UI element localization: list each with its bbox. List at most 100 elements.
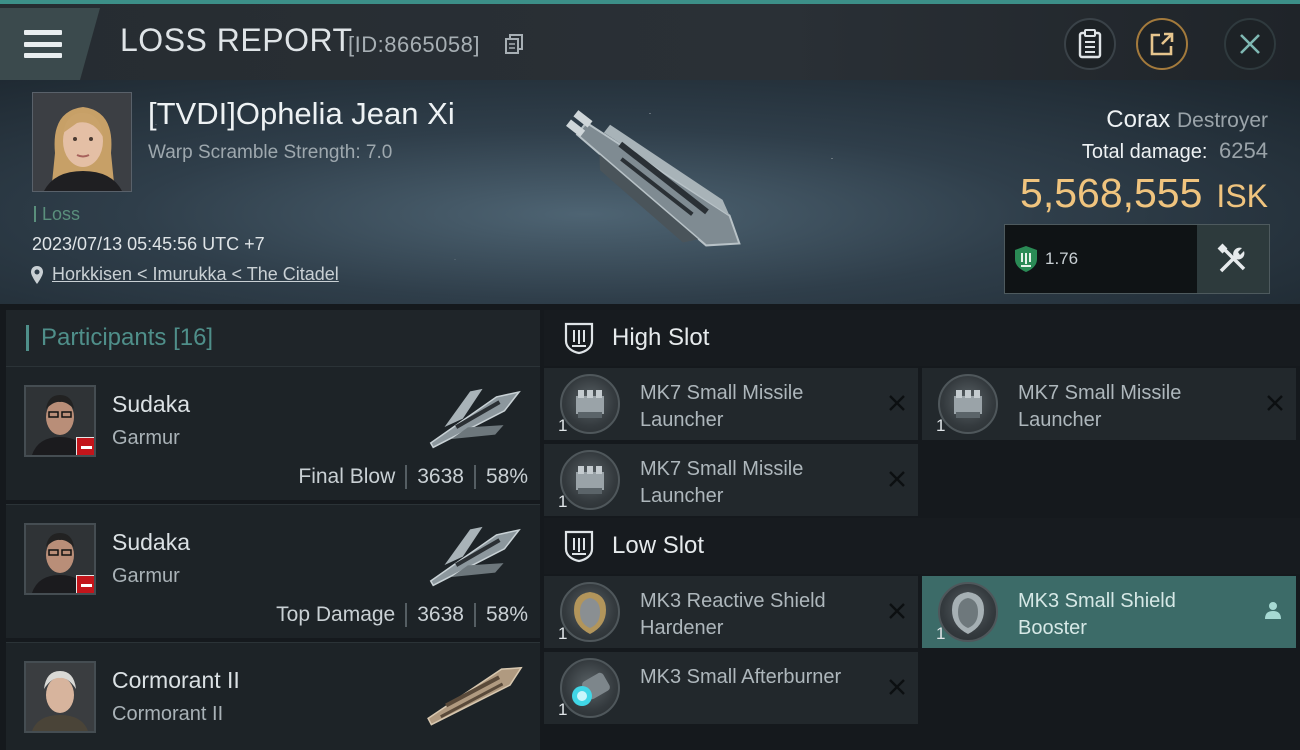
high-slot-module[interactable]: 1 MK7 Small Missile Launcher: [544, 444, 918, 516]
wrench-icon: [1217, 243, 1246, 273]
fitting-score: 1.76: [1013, 245, 1078, 273]
close-icon: [1240, 34, 1260, 54]
shield-icon: [1015, 246, 1037, 272]
isk-value: 5,568,555 ISK: [1020, 170, 1268, 217]
clipboard-button[interactable]: [1064, 18, 1116, 70]
destroyed-x-icon: [889, 679, 905, 695]
participant-avatar[interactable]: [24, 661, 96, 733]
module-quantity: 1: [558, 624, 568, 643]
participant-avatar[interactable]: [24, 385, 96, 457]
top-bar: LOSS REPORT [ID:8665058]: [0, 0, 1300, 80]
menu-button[interactable]: [0, 8, 100, 80]
total-damage-label: Total damage:: [1081, 141, 1208, 163]
share-icon: [1150, 32, 1174, 56]
total-damage: Total damage: 6254: [1082, 138, 1268, 164]
participant-percent: 58%: [485, 465, 528, 488]
high-slot-module[interactable]: 1 MK7 Small Missile Launcher: [544, 368, 918, 440]
destroyed-x-icon: [1267, 395, 1283, 411]
participant-percent: 58%: [485, 603, 528, 626]
victim-panel: [TVDI]Ophelia Jean Xi Warp Scramble Stre…: [0, 80, 1300, 304]
low-slot-module[interactable]: 1 MK3 Small Afterburner: [544, 652, 918, 724]
high-slot-label: High Slot: [612, 324, 710, 351]
module-quantity: 1: [558, 416, 568, 435]
module-name: MK7 Small Missile Launcher: [1018, 382, 1182, 431]
high-slot-module[interactable]: 1 MK7 Small Missile Launcher: [922, 368, 1296, 440]
shield-booster-icon: [938, 582, 998, 642]
participant-stats: Final Blow 3638 58%: [298, 465, 528, 489]
participant-role: Top Damage: [276, 603, 396, 626]
ship-class: Destroyer: [1176, 109, 1268, 132]
participants-count: [16]: [173, 324, 214, 351]
fitting-score-value: 1.76: [1045, 249, 1079, 268]
victim-ship-image: [566, 110, 741, 247]
dropped-person-icon: [1265, 602, 1281, 619]
hostile-flag-icon: [76, 437, 94, 455]
page-title: LOSS REPORT: [120, 22, 353, 58]
low-slot-module[interactable]: 1 MK3 Reactive Shield Hardener: [544, 576, 918, 648]
participant-ship: Garmur: [112, 565, 180, 587]
destroyed-x-icon: [889, 603, 905, 619]
module-name: MK3 Small Shield Booster: [1018, 590, 1176, 639]
high-slot-header: High Slot: [544, 310, 1300, 366]
participant-name: Sudaka: [112, 391, 191, 417]
module-quantity: 1: [558, 492, 568, 511]
hostile-flag-icon: [76, 575, 94, 593]
fitting-score-box: 1.76: [1004, 224, 1270, 294]
participant-name: Sudaka: [112, 529, 191, 555]
share-button[interactable]: [1136, 18, 1188, 70]
kill-datetime: 2023/07/13 05:45:56 UTC +7: [32, 234, 265, 254]
participant-ship: Cormorant II: [112, 703, 224, 725]
module-quantity: 1: [936, 416, 946, 435]
afterburner-icon: [560, 658, 620, 718]
low-slot-module[interactable]: 1 MK3 Small Shield Booster: [922, 576, 1296, 648]
participant-card[interactable]: Sudaka Garmur Top Damage 3638 58%: [6, 504, 540, 638]
victim-ship[interactable]: Corax Destroyer: [1106, 106, 1268, 134]
avatar-image: [33, 93, 131, 191]
module-name: MK7 Small Missile Launcher: [640, 382, 804, 431]
participants-title: Participants: [41, 324, 167, 351]
close-button[interactable]: [1224, 18, 1276, 70]
module-name: MK3 Reactive Shield Hardener: [640, 590, 826, 639]
clipboard-icon: [1078, 29, 1102, 59]
participant-avatar[interactable]: [24, 523, 96, 595]
participant-name: Cormorant II: [112, 667, 240, 693]
destroyed-x-icon: [889, 471, 905, 487]
participant-ship-image: [429, 526, 521, 587]
participant-card[interactable]: Sudaka Garmur Final Blow 3638 58%: [6, 366, 540, 500]
victim-avatar[interactable]: [32, 92, 132, 192]
low-slot-header: Low Slot: [544, 518, 1300, 574]
participant-role: Final Blow: [298, 465, 396, 488]
total-damage-value: 6254: [1219, 138, 1268, 163]
copy-icon[interactable]: [505, 34, 523, 54]
isk-amount: 5,568,555: [1020, 170, 1203, 216]
module-quantity: 1: [936, 624, 946, 643]
module-name: MK7 Small Missile Launcher: [640, 458, 804, 507]
participant-damage: 3638: [417, 603, 464, 626]
fitting-panel: High Slot 1 MK7 Small Missile Launcher 1…: [544, 310, 1300, 750]
module-quantity: 1: [558, 700, 568, 719]
participant-card[interactable]: Cormorant II Cormorant II: [6, 642, 540, 750]
location-pin-icon: [31, 265, 43, 284]
warp-scramble-strength: Warp Scramble Strength: 7.0: [148, 142, 393, 163]
missile-launcher-icon: [560, 450, 620, 510]
participant-ship-image: [427, 666, 523, 726]
hamburger-icon: [24, 30, 62, 58]
participant-damage: 3638: [417, 465, 464, 488]
participant-ship: Garmur: [112, 427, 180, 449]
low-slot-icon: [564, 530, 594, 563]
location-text: Horkkisen < Imurukka < The Citadel: [52, 264, 339, 284]
loss-tag: Loss: [34, 204, 80, 225]
shield-hardener-icon: [560, 582, 620, 642]
participants-header: Participants [16]: [6, 310, 540, 366]
ship-name: Corax: [1106, 106, 1171, 133]
victim-pilot-name[interactable]: [TVDI]Ophelia Jean Xi: [148, 96, 455, 132]
fitting-tools-button[interactable]: [1197, 225, 1269, 293]
location-link[interactable]: Horkkisen < Imurukka < The Citadel: [30, 264, 339, 285]
high-slot-icon: [564, 322, 594, 355]
participants-panel: Participants [16] Sudaka Garmur Final Bl…: [6, 310, 540, 750]
report-id: [ID:8665058]: [348, 32, 480, 57]
destroyed-x-icon: [889, 395, 905, 411]
missile-launcher-icon: [938, 374, 998, 434]
missile-launcher-icon: [560, 374, 620, 434]
module-name: MK3 Small Afterburner: [640, 666, 842, 688]
